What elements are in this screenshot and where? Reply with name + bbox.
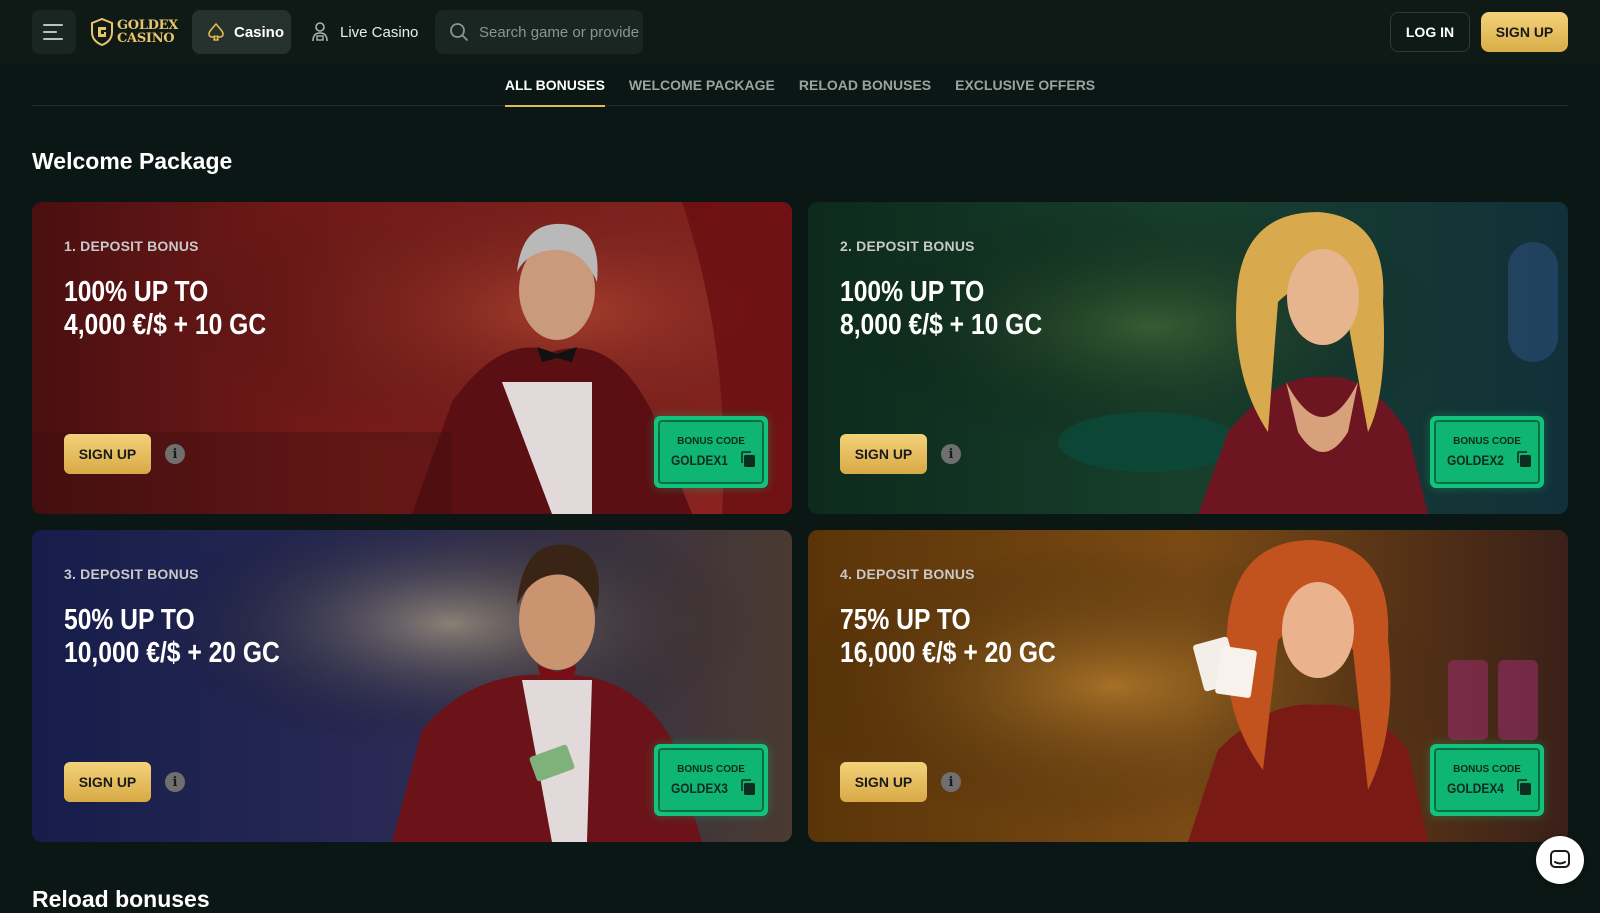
bonus-code-row: GOLDEX1 — [666, 451, 757, 468]
bonus-code-inner: BONUS CODE GOLDEX3 — [658, 748, 764, 812]
copy-icon — [741, 451, 756, 467]
nav-live-casino[interactable]: Live Casino — [310, 10, 418, 54]
card-label: 1. DEPOSIT BONUS — [64, 238, 199, 254]
logo-line-2: CASINO — [117, 31, 175, 46]
tab-reload-bonuses[interactable]: RELOAD BONUSES — [799, 64, 931, 106]
card-title-line-1: 50% UP TO — [64, 604, 195, 636]
card-title: 100% UP TO 4,000 €/$ + 10 GC — [64, 276, 421, 342]
bonus-code-inner: BONUS CODE GOLDEX4 — [1434, 748, 1540, 812]
deposit-bonus-card-1: 1. DEPOSIT BONUS 100% UP TO 4,000 €/$ + … — [32, 202, 792, 514]
signup-button[interactable]: SIGN UP — [1481, 12, 1568, 52]
top-navigation-bar: GOLDEX CASINO Casino Live Casino LOG IN … — [0, 0, 1600, 64]
info-icon[interactable]: i — [941, 444, 961, 464]
card-label: 2. DEPOSIT BONUS — [840, 238, 975, 254]
bonus-code-label: BONUS CODE — [1453, 436, 1521, 447]
copy-icon — [741, 779, 756, 795]
card-title-line-2: 16,000 €/$ + 20 GC — [840, 637, 1056, 669]
dealer-icon — [312, 22, 328, 42]
bonus-code-button[interactable]: BONUS CODE GOLDEX3 — [654, 744, 768, 816]
bonus-code-value: GOLDEX1 — [670, 451, 728, 468]
goldex-logo[interactable]: GOLDEX CASINO — [91, 16, 178, 48]
card-title: 75% UP TO 16,000 €/$ + 20 GC — [840, 604, 1197, 670]
spade-icon — [208, 23, 224, 41]
deposit-bonus-card-2: 2. DEPOSIT BONUS 100% UP TO 8,000 €/$ + … — [808, 202, 1568, 514]
bonus-code-inner: BONUS CODE GOLDEX2 — [1434, 420, 1540, 484]
bonus-code-button[interactable]: BONUS CODE GOLDEX4 — [1430, 744, 1544, 816]
card-signup-button[interactable]: SIGN UP — [840, 434, 927, 474]
info-icon[interactable]: i — [165, 444, 185, 464]
card-title-line-2: 8,000 €/$ + 10 GC — [840, 309, 1043, 341]
bonus-code-label: BONUS CODE — [677, 764, 745, 775]
bonus-code-value: GOLDEX2 — [1446, 451, 1504, 468]
copy-icon — [1517, 779, 1532, 795]
deposit-bonus-card-3: 3. DEPOSIT BONUS 50% UP TO 10,000 €/$ + … — [32, 530, 792, 842]
info-icon[interactable]: i — [941, 772, 961, 792]
card-title-line-2: 4,000 €/$ + 10 GC — [64, 309, 267, 341]
card-signup-button[interactable]: SIGN UP — [64, 434, 151, 474]
bonus-code-row: GOLDEX3 — [666, 779, 757, 796]
bonus-code-button[interactable]: BONUS CODE GOLDEX1 — [654, 416, 768, 488]
section-title: Welcome Package — [32, 148, 233, 174]
chat-button[interactable] — [1536, 836, 1584, 884]
bonus-code-value: GOLDEX4 — [1446, 779, 1504, 796]
card-signup-button[interactable]: SIGN UP — [840, 762, 927, 802]
tab-exclusive-offers[interactable]: EXCLUSIVE OFFERS — [955, 64, 1095, 106]
card-title: 50% UP TO 10,000 €/$ + 20 GC — [64, 604, 421, 670]
tab-all-bonuses[interactable]: ALL BONUSES — [504, 64, 606, 107]
tab-welcome-package[interactable]: WELCOME PACKAGE — [629, 64, 775, 106]
logo-text: GOLDEX CASINO — [117, 19, 178, 45]
nav-live-casino-label: Live Casino — [340, 23, 419, 41]
nav-casino-label: Casino — [234, 23, 285, 41]
card-title-line-1: 100% UP TO — [64, 276, 209, 308]
card-signup-button[interactable]: SIGN UP — [64, 762, 151, 802]
bonus-code-label: BONUS CODE — [1453, 764, 1521, 775]
bonus-code-row: GOLDEX4 — [1442, 779, 1533, 796]
card-label: 4. DEPOSIT BONUS — [840, 566, 975, 582]
search-bar[interactable] — [435, 10, 643, 54]
deposit-bonus-card-4: 4. DEPOSIT BONUS 75% UP TO 16,000 €/$ + … — [808, 530, 1568, 842]
bonus-code-value: GOLDEX3 — [670, 779, 728, 796]
copy-icon — [1517, 451, 1532, 467]
card-label: 3. DEPOSIT BONUS — [64, 566, 199, 582]
login-button[interactable]: LOG IN — [1390, 12, 1470, 52]
card-title-line-2: 10,000 €/$ + 20 GC — [64, 637, 280, 669]
chat-icon — [1550, 850, 1570, 868]
info-icon[interactable]: i — [165, 772, 185, 792]
bonus-code-button[interactable]: BONUS CODE GOLDEX2 — [1430, 416, 1544, 488]
menu-button[interactable] — [32, 10, 76, 54]
nav-casino[interactable]: Casino — [192, 10, 291, 54]
shield-logo-icon — [91, 18, 113, 46]
bonus-code-row: GOLDEX2 — [1442, 451, 1533, 468]
search-input[interactable] — [479, 23, 639, 41]
card-title-line-1: 100% UP TO — [840, 276, 985, 308]
card-title-line-1: 75% UP TO — [840, 604, 971, 636]
bonus-tabs: ALL BONUSES WELCOME PACKAGE RELOAD BONUS… — [32, 64, 1568, 107]
search-icon — [450, 23, 468, 41]
bonus-code-inner: BONUS CODE GOLDEX1 — [658, 420, 764, 484]
bonus-code-label: BONUS CODE — [677, 436, 745, 447]
card-title: 100% UP TO 8,000 €/$ + 10 GC — [840, 276, 1197, 342]
menu-icon — [43, 24, 63, 40]
